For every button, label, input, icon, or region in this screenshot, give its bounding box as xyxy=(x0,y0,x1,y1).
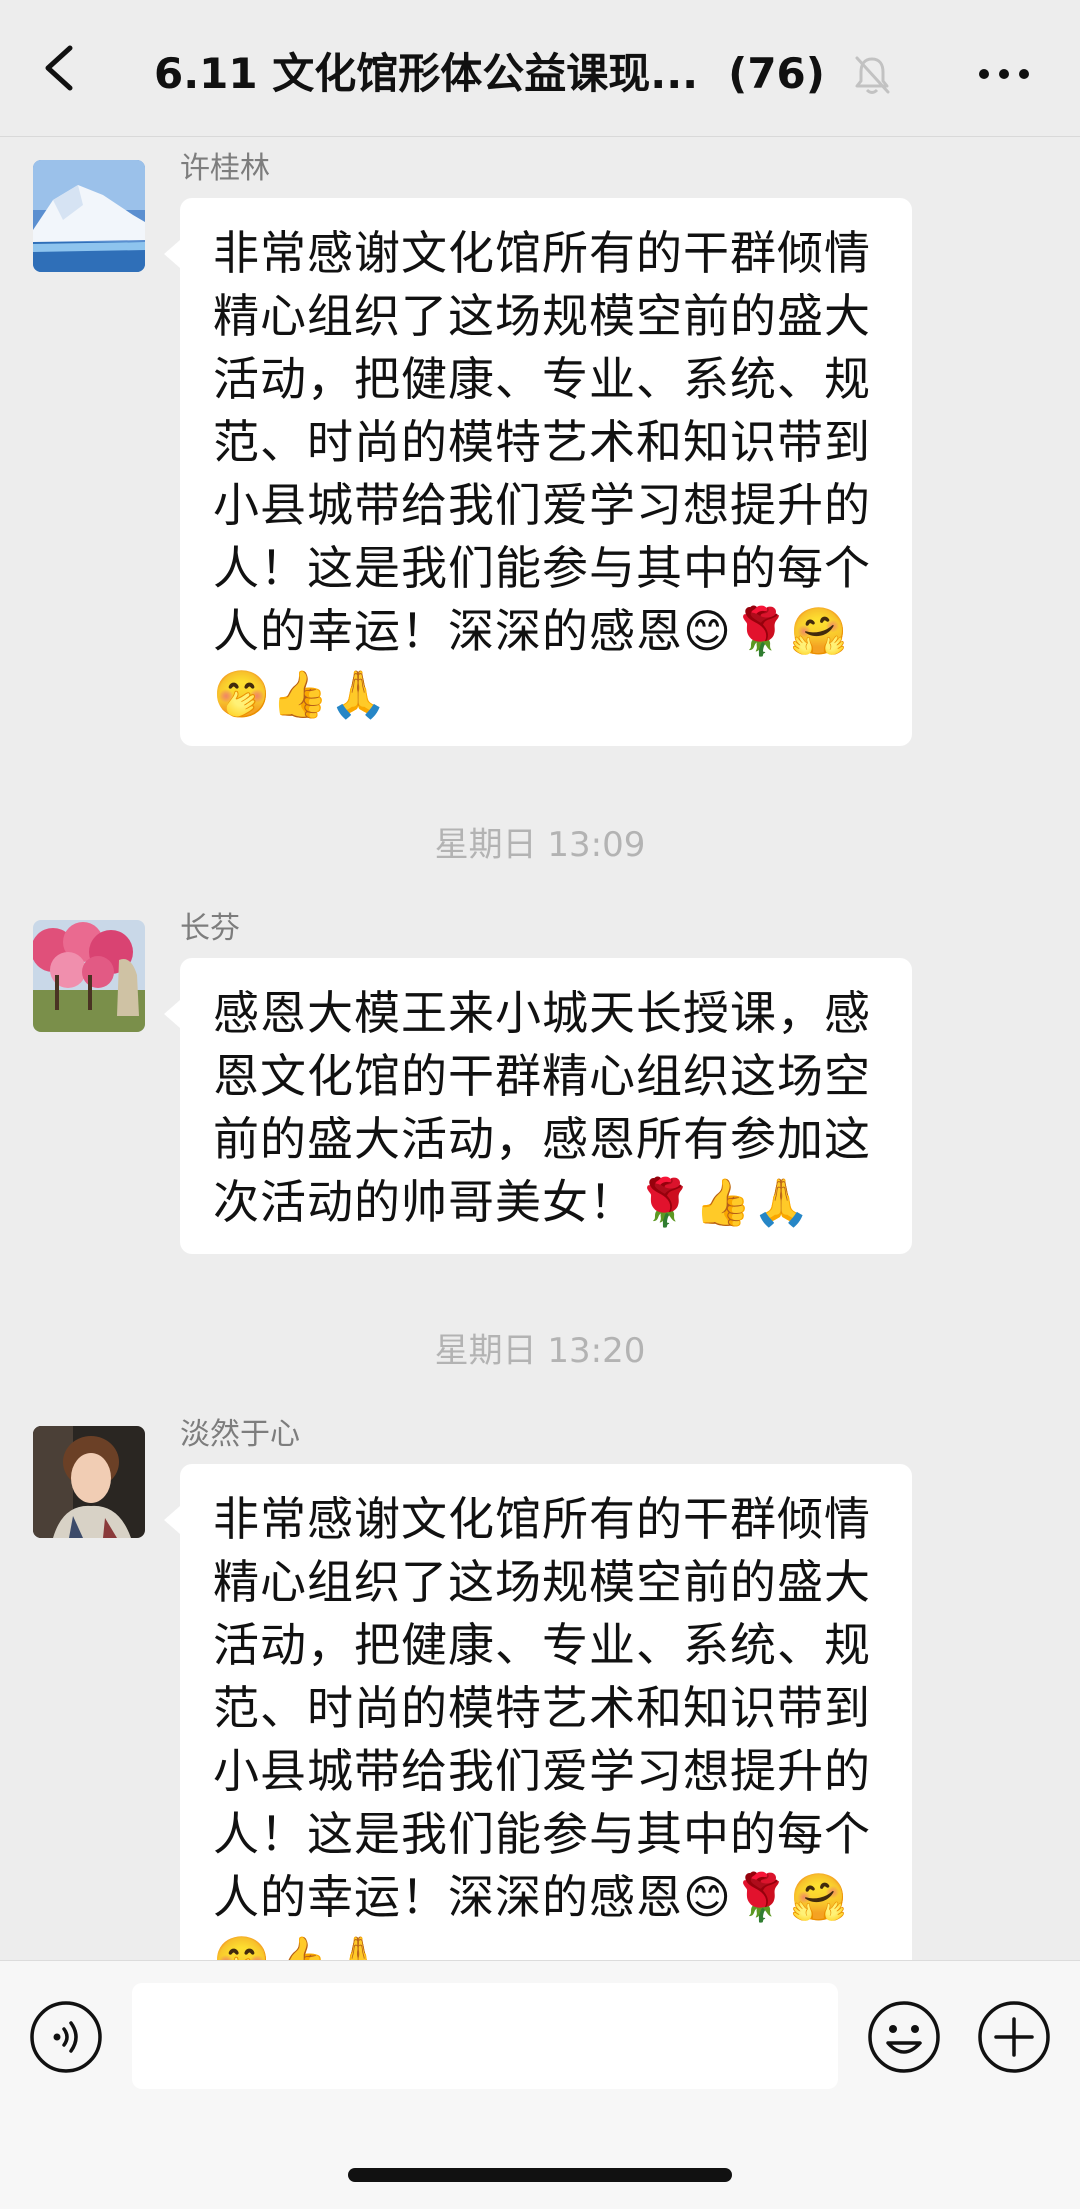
iceberg-photo xyxy=(33,160,145,272)
member-count: (76) xyxy=(728,49,825,98)
message-input[interactable] xyxy=(132,1983,838,2089)
sender-name: 许桂林 xyxy=(180,151,270,186)
emoji-icon xyxy=(868,2001,940,2073)
portrait-photo xyxy=(33,1426,145,1538)
more-dots-icon xyxy=(979,69,1029,79)
chat-header: 6.11 文化馆形体公益课现... (76) xyxy=(0,0,1080,137)
group-name: 6.11 文化馆形体公益课现... xyxy=(154,49,699,98)
back-button[interactable] xyxy=(36,40,84,96)
message-bubble[interactable]: 非常感谢文化馆所有的干群倾情精心组织了这场规模空前的盛大活动，把健康、专业、系统… xyxy=(164,1464,912,2012)
avatar[interactable] xyxy=(33,160,145,272)
sender-name: 长芬 xyxy=(180,911,240,946)
voice-icon xyxy=(30,2001,102,2073)
more-button[interactable] xyxy=(976,60,1032,88)
sender-name: 淡然于心 xyxy=(180,1417,300,1452)
chevron-left-icon xyxy=(45,45,73,91)
home-indicator[interactable] xyxy=(348,2168,732,2182)
emoji-button[interactable] xyxy=(866,1999,942,2075)
avatar[interactable] xyxy=(33,1426,145,1538)
bell-muted-icon xyxy=(852,54,892,96)
voice-button[interactable] xyxy=(28,1999,104,2075)
message-bubble[interactable]: 非常感谢文化馆所有的干群倾情精心组织了这场规模空前的盛大活动，把健康、专业、系统… xyxy=(164,198,912,746)
timestamp: 星期日 13:20 xyxy=(434,1331,646,1371)
chat-title: 6.11 文化馆形体公益课现... (76) xyxy=(154,44,854,104)
avatar[interactable] xyxy=(33,920,145,1032)
timestamp: 星期日 13:09 xyxy=(434,825,646,865)
message-bubble[interactable]: 感恩大模王来小城天长授课，感恩文化馆的干群精心组织这场空前的盛大活动，感恩所有参… xyxy=(164,958,912,1254)
more-functions-button[interactable] xyxy=(976,1999,1052,2075)
peach-blossom-photo xyxy=(33,920,145,1032)
plus-icon xyxy=(978,2001,1050,2073)
